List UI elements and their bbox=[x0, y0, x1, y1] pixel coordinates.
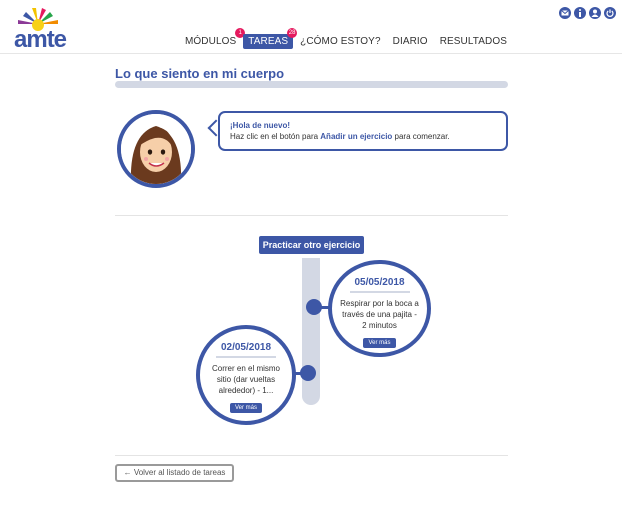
nav-diario-label: DIARIO bbox=[392, 36, 428, 47]
exercise-entry-2: 02/05/2018 Correr en el mismo sitio (dar… bbox=[196, 325, 296, 425]
timeline-dot-2 bbox=[300, 365, 316, 381]
info-icon[interactable] bbox=[574, 7, 586, 19]
nav-como-estoy-label: ¿CÓMO ESTOY? bbox=[300, 36, 381, 47]
bubble-greeting: ¡Hola de nuevo! bbox=[230, 121, 291, 130]
user-icon[interactable] bbox=[589, 7, 601, 19]
footer-divider bbox=[115, 455, 508, 456]
speech-bubble: ¡Hola de nuevo! Haz clic en el botón par… bbox=[218, 111, 508, 151]
bubble-text-post: para comenzar. bbox=[392, 132, 450, 141]
nav-diario[interactable]: DIARIO bbox=[388, 34, 433, 49]
mail-icon[interactable] bbox=[559, 7, 571, 19]
avatar-illustration-icon bbox=[121, 114, 191, 184]
bubble-text: Haz clic en el botón para Añadir un ejer… bbox=[230, 132, 496, 141]
entry-1-date: 05/05/2018 bbox=[354, 277, 405, 288]
nav-modulos[interactable]: MÓDULOS 1 bbox=[180, 28, 246, 49]
entry-2-see-more-button[interactable]: Ver más bbox=[229, 403, 262, 413]
page-title: Lo que siento en mi cuerpo bbox=[115, 66, 285, 81]
logo[interactable]: amte bbox=[6, 6, 70, 53]
section-divider bbox=[115, 215, 508, 216]
top-icons bbox=[556, 7, 616, 19]
nav-tareas[interactable]: TAREAS 28 bbox=[243, 28, 298, 49]
practice-another-exercise-button[interactable]: Practicar otro ejercicio bbox=[259, 236, 364, 254]
main-nav: MÓDULOS 1 TAREAS 28 ¿CÓMO ESTOY? DIARIO … bbox=[180, 28, 514, 49]
bubble-text-pre: Haz clic en el botón para bbox=[230, 132, 321, 141]
back-to-task-list-button[interactable]: ← Volver al listado de tareas bbox=[115, 464, 234, 482]
entry-2-rule bbox=[216, 356, 276, 358]
entry-1-see-more-button[interactable]: Ver más bbox=[363, 338, 396, 348]
entry-2-description: Correr en el mismo sitio (dar vueltas al… bbox=[211, 364, 280, 395]
bubble-text-strong: Añadir un ejercicio bbox=[320, 132, 393, 141]
nav-resultados[interactable]: RESULTADOS bbox=[435, 34, 512, 49]
logo-text: amte bbox=[14, 26, 67, 53]
arrow-left-icon: ← bbox=[123, 468, 132, 477]
nav-como-estoy[interactable]: ¿CÓMO ESTOY? bbox=[295, 34, 385, 49]
timeline-track bbox=[302, 258, 320, 405]
nav-modulos-label: MÓDULOS bbox=[185, 36, 237, 47]
avatar bbox=[117, 110, 195, 188]
nav-resultados-label: RESULTADOS bbox=[439, 36, 507, 47]
exercise-entry-1: 05/05/2018 Respirar por la boca a través… bbox=[328, 260, 431, 357]
entry-1-description: Respirar por la boca a través de una paj… bbox=[340, 299, 419, 330]
back-button-label: Volver al listado de tareas bbox=[133, 468, 226, 477]
title-underline bbox=[115, 81, 508, 88]
power-icon[interactable] bbox=[604, 7, 616, 19]
header: amte MÓDULOS 1 TAREAS 28 ¿CÓMO ESTOY? DI… bbox=[0, 0, 622, 54]
entry-1-rule bbox=[349, 291, 410, 293]
nav-tareas-label: TAREAS bbox=[248, 36, 289, 47]
entry-2-date: 02/05/2018 bbox=[220, 342, 272, 353]
timeline-dot-1 bbox=[306, 299, 322, 315]
